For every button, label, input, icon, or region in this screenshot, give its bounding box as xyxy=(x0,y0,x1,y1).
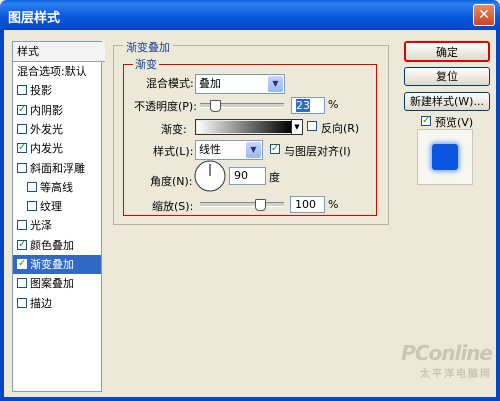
style-list-item[interactable]: 混合选项:默认 xyxy=(13,62,105,81)
style-list-item-label: 等高线 xyxy=(40,180,73,194)
style-list-item-label: 渐变叠加 xyxy=(30,258,74,271)
opacity-label: 不透明度(P): xyxy=(134,100,197,113)
checkbox-icon[interactable] xyxy=(17,220,27,231)
preview-check-mark: ✓ xyxy=(422,115,431,126)
title-bar[interactable] xyxy=(0,0,500,30)
scale-input[interactable]: 100 xyxy=(290,196,325,213)
gradient-label: 渐变: xyxy=(161,123,187,136)
close-button[interactable]: ✕ xyxy=(473,4,495,26)
reverse-checkbox[interactable] xyxy=(307,121,317,131)
align-with-layer-checkbox[interactable]: ✓ xyxy=(270,144,280,154)
window-title: 图层样式 xyxy=(8,11,61,26)
gradient-picker[interactable]: ▼ xyxy=(195,119,303,135)
preview-label: 预览(V) xyxy=(435,116,474,129)
opacity-unit: % xyxy=(328,98,339,111)
style-list-item-label: 内阴影 xyxy=(30,103,63,117)
opacity-value: 23 xyxy=(296,99,310,112)
preview-checkbox[interactable]: ✓ xyxy=(421,116,431,126)
style-list-item[interactable]: 光泽 xyxy=(13,216,101,235)
blend-mode-value: 叠加 xyxy=(199,77,221,90)
style-label: 样式(L): xyxy=(153,145,194,158)
reset-button[interactable]: 复位 xyxy=(404,67,490,86)
checkbox-checked-icon[interactable]: ✓ xyxy=(17,104,27,115)
style-list-item[interactable]: ✓ 内发光 xyxy=(13,139,101,158)
style-list-item-label: 描边 xyxy=(30,296,52,310)
style-list-item[interactable]: 等高线 xyxy=(13,178,111,197)
angle-input[interactable]: 90 xyxy=(229,167,266,185)
gradient-style-value: 线性 xyxy=(199,143,221,156)
chevron-down-icon: ▼ xyxy=(268,76,283,92)
window-frame-left xyxy=(0,30,4,401)
ok-button[interactable]: 确定 xyxy=(404,41,490,62)
checkbox-icon[interactable] xyxy=(17,123,27,134)
preview-swatch xyxy=(432,144,458,170)
scale-label: 缩放(S): xyxy=(152,200,194,213)
checkbox-checked-icon[interactable]: ✓ xyxy=(17,239,27,250)
angle-label: 角度(N): xyxy=(150,175,193,188)
scale-slider-thumb[interactable] xyxy=(254,199,266,211)
align-check-mark: ✓ xyxy=(271,143,280,154)
style-list-item[interactable]: 描边 xyxy=(13,294,101,313)
scale-unit: % xyxy=(328,198,339,211)
blend-mode-select[interactable]: 叠加 ▼ xyxy=(195,74,285,94)
reverse-label: 反向(R) xyxy=(321,122,360,135)
style-list-item[interactable]: ✓ 颜色叠加 xyxy=(13,236,101,255)
checkbox-icon[interactable] xyxy=(27,181,37,192)
style-list-item-label: 纹理 xyxy=(40,200,62,214)
watermark: PConline 太平洋电脑网 xyxy=(368,341,493,385)
style-list-item-label: 内发光 xyxy=(30,142,63,156)
style-list-item[interactable]: 图案叠加 xyxy=(13,274,101,293)
style-list-item[interactable]: 外发光 xyxy=(13,120,101,139)
opacity-input[interactable]: 23 xyxy=(291,97,325,114)
group-title: 渐变叠加 xyxy=(123,39,173,55)
style-list-item[interactable]: 斜面和浮雕 xyxy=(13,159,101,178)
checkbox-icon[interactable] xyxy=(27,201,37,212)
checkbox-icon[interactable] xyxy=(17,85,27,96)
scale-value: 100 xyxy=(295,198,316,211)
align-with-layer-label: 与图层对齐(I) xyxy=(284,145,351,158)
angle-dial[interactable] xyxy=(194,160,226,192)
style-list: 样式 混合选项:默认 投影 ✓ 内阴影 外发光 ✓ 内发光 斜面和浮雕 等高线 纹理 光泽 ✓ 颜色叠加… xyxy=(12,41,105,392)
angle-unit: 度 xyxy=(269,171,280,184)
watermark-logo-text: PConline xyxy=(401,341,493,365)
close-icon: ✕ xyxy=(478,7,490,23)
gradient-dropdown-icon[interactable]: ▼ xyxy=(291,120,302,134)
style-list-item-label: 投影 xyxy=(30,84,52,98)
style-list-item[interactable]: ✓ 渐变叠加 xyxy=(13,255,101,274)
window-frame-right xyxy=(496,30,500,401)
checkbox-checked-icon[interactable]: ✓ xyxy=(17,259,27,269)
style-list-item-label: 外发光 xyxy=(30,122,63,136)
style-list-header[interactable]: 样式 xyxy=(13,42,105,62)
style-list-item-label: 混合选项:默认 xyxy=(17,65,87,78)
style-list-item-label: 图案叠加 xyxy=(30,277,74,291)
scale-slider-track[interactable] xyxy=(200,202,284,207)
checkbox-icon[interactable] xyxy=(17,162,27,173)
angle-value: 90 xyxy=(234,169,248,182)
opacity-slider-thumb[interactable] xyxy=(209,100,221,112)
style-list-item[interactable]: 纹理 xyxy=(13,197,111,216)
gradient-style-select[interactable]: 线性 ▼ xyxy=(195,140,263,160)
blend-mode-label: 混合模式: xyxy=(146,77,194,90)
style-list-item-label: 颜色叠加 xyxy=(30,238,74,252)
checkbox-checked-icon[interactable]: ✓ xyxy=(17,143,27,154)
chevron-down-icon: ▼ xyxy=(246,142,261,158)
style-list-item-label: 斜面和浮雕 xyxy=(30,161,85,175)
style-list-item-label: 光泽 xyxy=(30,219,52,233)
style-list-item[interactable]: ✓ 内阴影 xyxy=(13,101,101,120)
gradient-swatch[interactable] xyxy=(197,121,291,133)
style-list-item[interactable]: 投影 xyxy=(13,81,101,100)
gradient-subgroup-title: 渐变 xyxy=(133,56,159,72)
new-style-button[interactable]: 新建样式(W)... xyxy=(404,92,490,111)
window-frame-bottom xyxy=(0,397,500,401)
checkbox-icon[interactable] xyxy=(17,297,27,308)
watermark-subtitle: 太平洋电脑网 xyxy=(420,369,492,380)
checkbox-icon[interactable] xyxy=(17,278,27,289)
